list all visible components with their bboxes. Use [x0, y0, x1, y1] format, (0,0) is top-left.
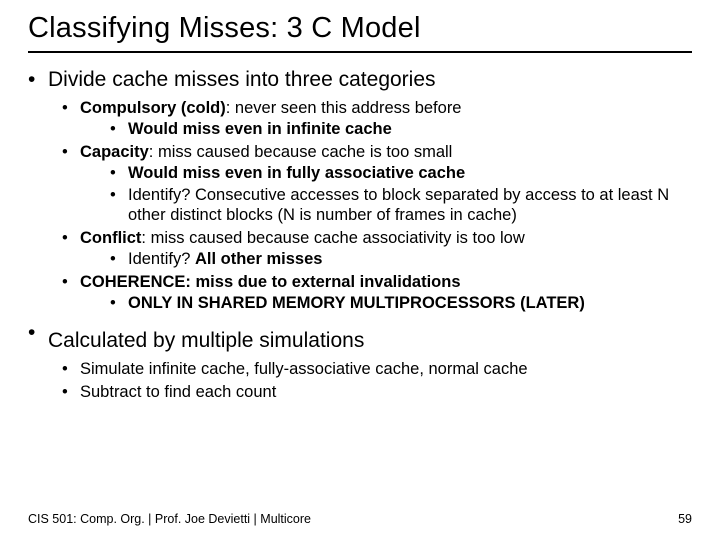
footer: CIS 501: Comp. Org. | Prof. Joe Devietti…	[28, 512, 692, 526]
bullet-text: Divide cache misses into three categorie…	[48, 68, 436, 91]
bullet-l1: Divide cache misses into three categorie…	[28, 67, 692, 314]
text: Subtract to find each count	[80, 383, 276, 401]
bullet-l1: Calculated by multiple simulations Simul…	[28, 320, 692, 403]
footer-text: CIS 501: Comp. Org. | Prof. Joe Devietti…	[28, 512, 311, 526]
bullet-l3: Identify? Consecutive accesses to block …	[110, 185, 692, 227]
text: Identify?	[128, 250, 195, 268]
bullet-l3: Would miss even in infinite cache	[110, 119, 692, 140]
term-conflict: Conflict	[80, 229, 141, 247]
bullet-l3: Would miss even in fully associative cac…	[110, 163, 692, 184]
text: : miss caused because cache associativit…	[141, 229, 524, 247]
bullet-l3: ONLY IN SHARED MEMORY MULTIPROCESSORS (L…	[110, 293, 692, 314]
bullet-l2: Capacity: miss caused because cache is t…	[62, 142, 692, 226]
bullet-l2: Compulsory (cold): never seen this addre…	[62, 98, 692, 140]
spacer	[48, 320, 692, 328]
bullet-text: Calculated by multiple simulations	[48, 329, 364, 352]
slide-title: Classifying Misses: 3 C Model	[28, 12, 692, 53]
sublist: Would miss even in fully associative cac…	[80, 163, 692, 226]
text: : never seen this address before	[226, 99, 462, 117]
bullet-l2: COHERENCE: miss due to external invalida…	[62, 272, 692, 314]
bullet-list: Divide cache misses into three categorie…	[28, 67, 692, 403]
text: ONLY IN SHARED MEMORY MULTIPROCESSORS (L…	[128, 294, 585, 312]
text: Would miss even in fully associative cac…	[128, 164, 465, 182]
sublist: ONLY IN SHARED MEMORY MULTIPROCESSORS (L…	[80, 293, 692, 314]
term-capacity: Capacity	[80, 143, 149, 161]
page-number: 59	[678, 512, 692, 526]
sublist: Identify? All other misses	[80, 249, 692, 270]
slide: Classifying Misses: 3 C Model Divide cac…	[0, 0, 720, 540]
text: : miss caused because cache is too small	[149, 143, 453, 161]
term-coherence: COHERENCE: miss due to external invalida…	[80, 273, 461, 291]
bullet-l3: Identify? All other misses	[110, 249, 692, 270]
text: Identify? Consecutive accesses to block …	[128, 186, 669, 225]
text: Would miss even in infinite cache	[128, 120, 392, 138]
text: All other misses	[195, 250, 322, 268]
sublist: Simulate infinite cache, fully-associati…	[48, 359, 692, 403]
bullet-l2: Subtract to find each count	[62, 382, 692, 403]
text: Simulate infinite cache, fully-associati…	[80, 360, 528, 378]
bullet-l2: Simulate infinite cache, fully-associati…	[62, 359, 692, 380]
bullet-l2: Conflict: miss caused because cache asso…	[62, 228, 692, 270]
sublist: Would miss even in infinite cache	[80, 119, 692, 140]
sublist: Compulsory (cold): never seen this addre…	[48, 98, 692, 314]
term-compulsory: Compulsory (cold)	[80, 99, 226, 117]
